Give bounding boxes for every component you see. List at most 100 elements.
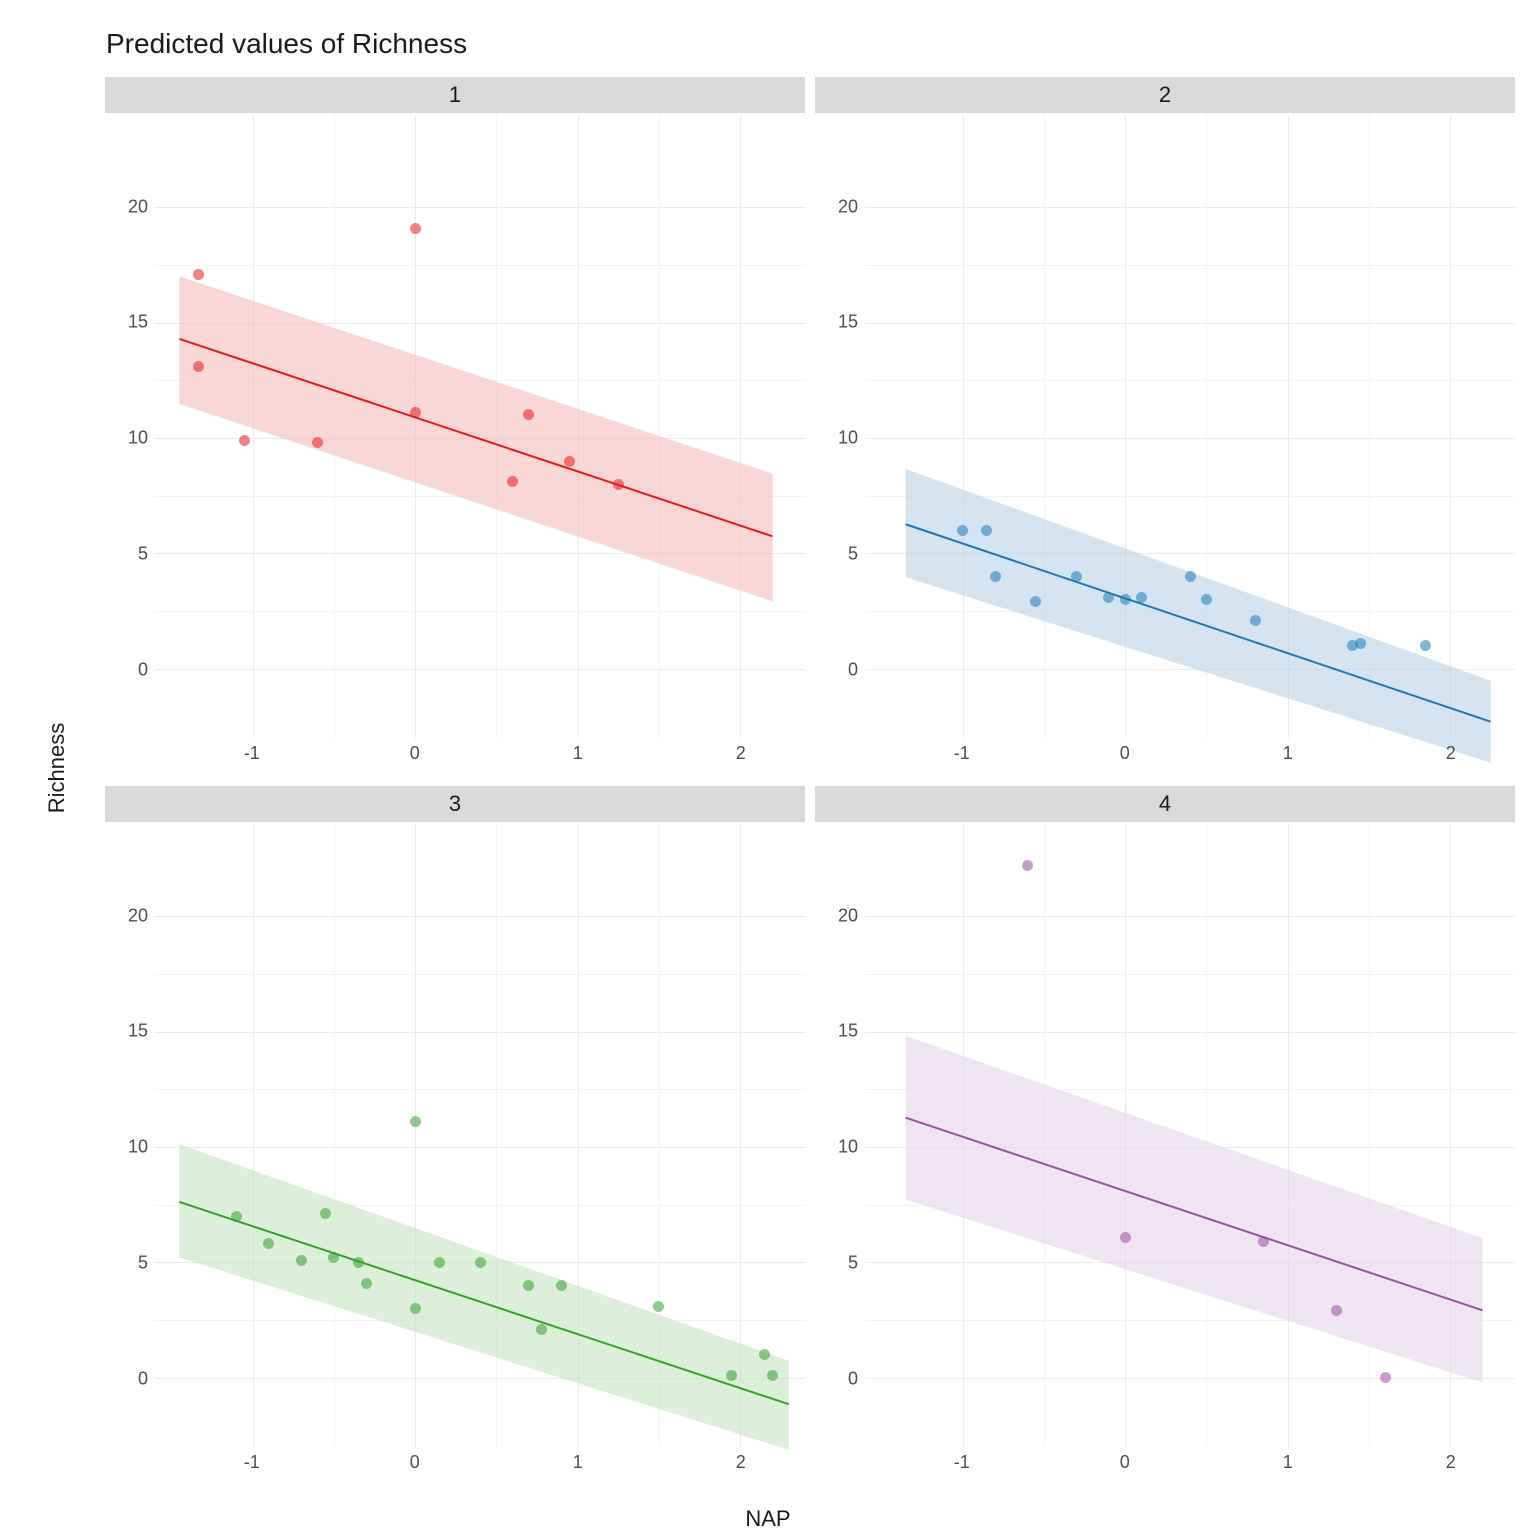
- y-tick: 0: [848, 659, 858, 680]
- data-point: [507, 476, 518, 487]
- facet-strip: 3: [104, 785, 806, 823]
- y-tick: 15: [128, 1021, 148, 1042]
- data-point: [410, 407, 421, 418]
- data-point: [726, 1370, 737, 1381]
- data-point: [1103, 592, 1114, 603]
- data-point: [1022, 860, 1033, 871]
- x-tick: 1: [1283, 1452, 1293, 1473]
- x-tick: 2: [736, 1452, 746, 1473]
- x-tick: -1: [954, 1452, 970, 1473]
- data-point: [231, 1211, 242, 1222]
- x-axis-label: NAP: [745, 1506, 790, 1532]
- data-point: [361, 1278, 372, 1289]
- data-point: [1355, 638, 1366, 649]
- data-point: [1331, 1305, 1342, 1316]
- facet-1: 105101520-1012: [104, 76, 806, 777]
- x-tick: 0: [410, 743, 420, 764]
- data-point: [1420, 640, 1431, 651]
- y-tick: 10: [838, 428, 858, 449]
- data-point: [564, 456, 575, 467]
- data-point: [193, 269, 204, 280]
- data-point: [1250, 615, 1261, 626]
- data-point: [1258, 1236, 1269, 1247]
- x-tick: 2: [1446, 743, 1456, 764]
- data-point: [1201, 594, 1212, 605]
- facet-strip: 2: [814, 76, 1516, 114]
- y-tick: 15: [128, 312, 148, 333]
- facet-2: 205101520-1012: [814, 76, 1516, 777]
- y-tick: 20: [128, 196, 148, 217]
- y-tick: 15: [838, 312, 858, 333]
- x-tick: -1: [244, 743, 260, 764]
- data-point: [353, 1257, 364, 1268]
- y-tick: 20: [128, 905, 148, 926]
- page-title: Predicted values of Richness: [106, 28, 467, 60]
- x-axis: -1 0 1 2: [104, 739, 806, 777]
- data-point: [536, 1324, 547, 1335]
- y-axis: 0 5 10 15 20: [104, 823, 154, 1448]
- data-point: [193, 361, 204, 372]
- data-point: [296, 1255, 307, 1266]
- y-tick: 5: [138, 1252, 148, 1273]
- facet-strip: 4: [814, 785, 1516, 823]
- data-point: [1380, 1372, 1391, 1383]
- y-tick: 5: [848, 543, 858, 564]
- data-point: [475, 1257, 486, 1268]
- y-tick: 5: [848, 1252, 858, 1273]
- data-point: [981, 525, 992, 536]
- facet-grid: 105101520-1012205101520-1012305101520-10…: [104, 76, 1516, 1486]
- data-point: [263, 1238, 274, 1249]
- y-tick: 5: [138, 543, 148, 564]
- facet-4: 405101520-1012: [814, 785, 1516, 1486]
- data-point: [523, 1280, 534, 1291]
- y-tick: 0: [138, 659, 148, 680]
- data-point: [1136, 592, 1147, 603]
- y-tick: 10: [128, 1137, 148, 1158]
- data-point: [1120, 1232, 1131, 1243]
- x-tick: -1: [954, 743, 970, 764]
- data-point: [320, 1208, 331, 1219]
- x-tick: -1: [244, 1452, 260, 1473]
- y-tick: 10: [128, 428, 148, 449]
- data-point: [410, 223, 421, 234]
- data-point: [523, 409, 534, 420]
- data-point: [410, 1116, 421, 1127]
- y-axis: 05101520: [814, 823, 864, 1448]
- x-tick: 0: [1120, 743, 1130, 764]
- y-tick: 0: [138, 1368, 148, 1389]
- x-axis: -1 0 1 2: [814, 739, 1516, 777]
- data-point: [653, 1301, 664, 1312]
- x-axis: -1 0 1 2: [814, 1448, 1516, 1486]
- x-tick: 0: [410, 1452, 420, 1473]
- y-tick: 20: [838, 196, 858, 217]
- data-point: [1120, 594, 1131, 605]
- data-point: [990, 571, 1001, 582]
- x-axis: -1012: [104, 1448, 806, 1486]
- data-point: [556, 1280, 567, 1291]
- facet-3: 305101520-1012: [104, 785, 806, 1486]
- x-tick: 1: [1283, 743, 1293, 764]
- y-tick: 0: [848, 1368, 858, 1389]
- x-tick: 2: [1446, 1452, 1456, 1473]
- data-point: [767, 1370, 778, 1381]
- y-tick: 10: [838, 1137, 858, 1158]
- chart-container: Predicted values of Richness Richness NA…: [0, 0, 1536, 1536]
- x-tick: 2: [736, 743, 746, 764]
- data-point: [759, 1349, 770, 1360]
- data-point: [410, 1303, 421, 1314]
- data-point: [1071, 571, 1082, 582]
- data-point: [613, 479, 624, 490]
- y-axis: 0 5 10 15 20: [814, 114, 864, 739]
- y-tick: 20: [838, 905, 858, 926]
- data-point: [1185, 571, 1196, 582]
- x-tick: 1: [573, 743, 583, 764]
- plot-panel: [864, 114, 1516, 739]
- data-point: [312, 437, 323, 448]
- x-tick: 0: [1120, 1452, 1130, 1473]
- data-point: [239, 435, 250, 446]
- plot-panel: [154, 823, 806, 1448]
- data-point: [957, 525, 968, 536]
- plot-panel: [864, 823, 1516, 1448]
- facet-strip: 1: [104, 76, 806, 114]
- y-axis-label: Richness: [44, 723, 70, 813]
